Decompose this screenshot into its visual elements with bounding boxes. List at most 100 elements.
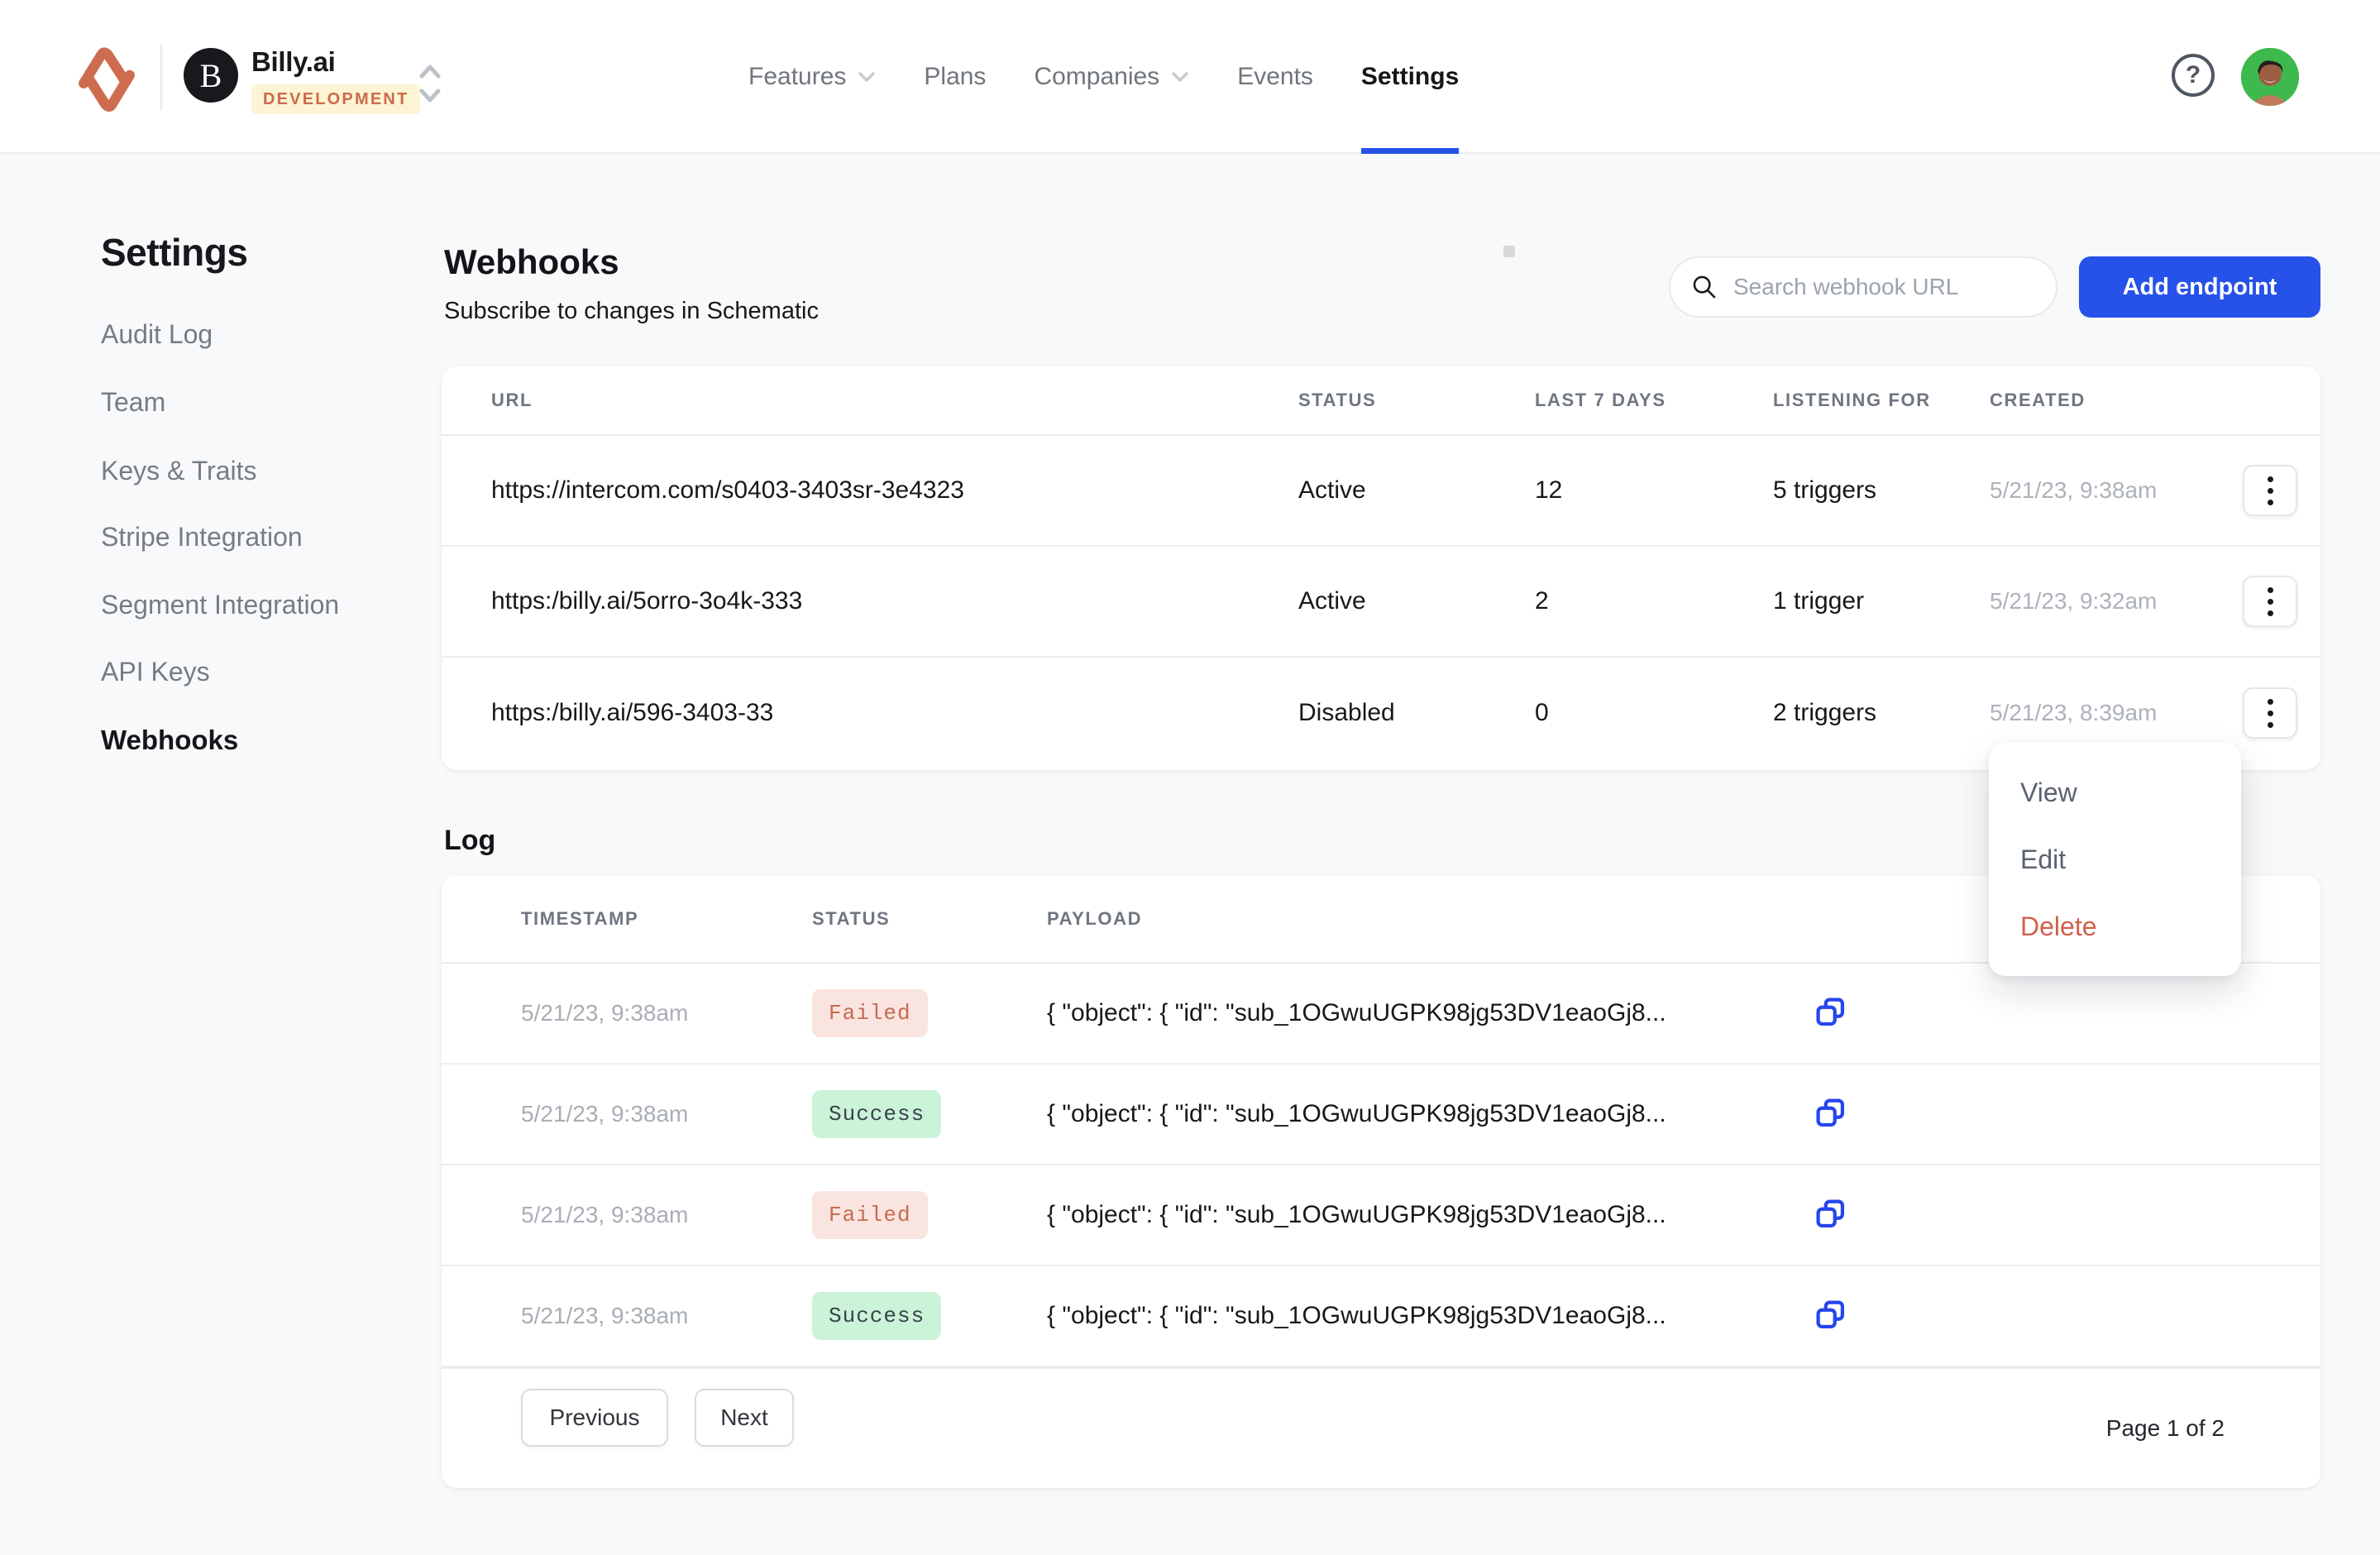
- log-pagination: Previous Next Page 1 of 2: [442, 1367, 2320, 1488]
- stray-pixel-artifact: [1503, 246, 1515, 257]
- sidebar-item-api-keys[interactable]: API Keys: [101, 657, 210, 687]
- webhooks-table-body: https://intercom.com/s0403-3403sr-3e4323…: [442, 436, 2320, 768]
- webhooks-table-card: URL STATUS LAST 7 DAYS LISTENING FOR CRE…: [442, 366, 2320, 770]
- nav-label: Events: [1237, 63, 1313, 91]
- log-payload: { "object": { "id": "sub_1OGwuUGPK98jg53…: [1047, 1100, 1666, 1128]
- help-icon[interactable]: ?: [2172, 54, 2215, 97]
- kebab-menu-icon: [2268, 610, 2273, 616]
- kebab-menu-icon: [2268, 500, 2273, 505]
- sidebar-item-stripe-integration[interactable]: Stripe Integration: [101, 522, 303, 553]
- chevron-up-down-icon[interactable]: [413, 61, 447, 108]
- sidebar-item-segment-integration[interactable]: Segment Integration: [101, 590, 339, 620]
- webhook-url: https://intercom.com/s0403-3403sr-3e4323: [491, 476, 964, 505]
- topbar-divider: [160, 45, 162, 111]
- webhook-status: Disabled: [1298, 699, 1395, 727]
- menu-item-delete[interactable]: Delete: [2020, 893, 2241, 960]
- schematic-logo-icon[interactable]: [73, 41, 141, 116]
- webhook-listening-for: 5 triggers: [1773, 476, 1876, 505]
- sidebar-item-webhooks[interactable]: Webhooks: [101, 725, 238, 756]
- nav-item-settings[interactable]: Settings: [1361, 0, 1459, 154]
- menu-item-edit[interactable]: Edit: [2020, 826, 2241, 893]
- webhook-created: 5/21/23, 8:39am: [1990, 700, 2157, 726]
- user-photo: [2241, 48, 2299, 106]
- add-endpoint-button[interactable]: Add endpoint: [2079, 256, 2320, 318]
- log-row: 5/21/23, 9:38am Failed { "object": { "id":…: [442, 1165, 2320, 1266]
- nav-label: Settings: [1361, 63, 1459, 91]
- copy-icon: [1813, 1196, 1849, 1232]
- log-payload: { "object": { "id": "sub_1OGwuUGPK98jg53…: [1047, 1201, 1666, 1229]
- webhook-listening-for: 2 triggers: [1773, 699, 1876, 727]
- column-header-status: STATUS: [1298, 390, 1376, 411]
- previous-page-button[interactable]: Previous: [521, 1389, 668, 1447]
- log-timestamp: 5/21/23, 9:38am: [521, 1202, 688, 1228]
- org-avatar: B: [184, 48, 238, 103]
- column-header-last-7-days: LAST 7 DAYS: [1535, 390, 1666, 411]
- webhook-created: 5/21/23, 9:32am: [1990, 588, 2157, 615]
- webhook-created: 5/21/23, 9:38am: [1990, 477, 2157, 504]
- webhook-url: https:/billy.ai/5orro-3o4k-333: [491, 587, 802, 615]
- copy-payload-button[interactable]: [1811, 1195, 1851, 1235]
- webhook-row: https:/billy.ai/5orro-3o4k-333 Active 2 1 t…: [442, 547, 2320, 658]
- page-title: Webhooks: [444, 242, 619, 282]
- row-actions-menu: View Edit Delete: [1989, 743, 2241, 976]
- log-timestamp: 5/21/23, 9:38am: [521, 1000, 688, 1026]
- log-status-badge: Failed: [812, 1191, 928, 1239]
- log-status-badge: Success: [812, 1090, 941, 1138]
- log-payload: { "object": { "id": "sub_1OGwuUGPK98jg53…: [1047, 999, 1666, 1027]
- nav-label: Companies: [1034, 63, 1159, 91]
- search-icon: [1690, 273, 1718, 301]
- column-header-timestamp: TIMESTAMP: [521, 908, 638, 930]
- nav-item-features[interactable]: Features: [748, 0, 876, 154]
- copy-payload-button[interactable]: [1811, 993, 1851, 1033]
- sidebar-item-audit-log[interactable]: Audit Log: [101, 319, 213, 350]
- webhook-last-7-days: 2: [1535, 587, 1549, 615]
- nav-item-events[interactable]: Events: [1237, 0, 1313, 154]
- column-header-log-status: STATUS: [812, 908, 890, 930]
- active-tab-underline: [1361, 148, 1459, 154]
- log-row: 5/21/23, 9:38am Success { "object": { "id"…: [442, 1065, 2320, 1165]
- log-status-badge: Success: [812, 1292, 941, 1340]
- org-name: Billy.ai: [251, 46, 336, 78]
- sidebar-title: Settings: [101, 230, 247, 275]
- row-menu-button[interactable]: [2243, 687, 2297, 739]
- log-timestamp: 5/21/23, 9:38am: [521, 1303, 688, 1329]
- nav-item-companies[interactable]: Companies: [1034, 0, 1189, 154]
- webhook-last-7-days: 12: [1535, 476, 1562, 505]
- chevron-down-icon: [1171, 71, 1189, 83]
- column-header-created: CREATED: [1990, 390, 2086, 411]
- webhook-row: https://intercom.com/s0403-3403sr-3e4323…: [442, 436, 2320, 547]
- webhook-listening-for: 1 trigger: [1773, 587, 1864, 615]
- log-status-badge: Failed: [812, 989, 928, 1037]
- row-menu-button[interactable]: [2243, 465, 2297, 516]
- question-mark: ?: [2186, 61, 2201, 89]
- user-avatar[interactable]: [2241, 48, 2299, 106]
- menu-item-view[interactable]: View: [2020, 759, 2241, 826]
- search-webhook-input[interactable]: [1733, 274, 2036, 300]
- environment-badge: DEVELOPMENT: [251, 84, 420, 114]
- row-menu-button[interactable]: [2243, 576, 2297, 627]
- sidebar-item-keys-traits[interactable]: Keys & Traits: [101, 456, 257, 486]
- kebab-menu-icon: [2268, 722, 2273, 728]
- nav-label: Features: [748, 63, 846, 91]
- log-heading: Log: [444, 825, 495, 857]
- webhook-status: Active: [1298, 476, 1366, 505]
- copy-icon: [1813, 994, 1849, 1031]
- page-subtitle: Subscribe to changes in Schematic: [444, 298, 819, 325]
- column-header-listening-for: LISTENING FOR: [1773, 390, 1931, 411]
- webhook-last-7-days: 0: [1535, 699, 1549, 727]
- nav-item-plans[interactable]: Plans: [924, 0, 986, 154]
- webhook-status: Active: [1298, 587, 1366, 615]
- column-header-url: URL: [491, 390, 533, 411]
- webhooks-table-header: URL STATUS LAST 7 DAYS LISTENING FOR CRE…: [442, 366, 2320, 436]
- log-row: 5/21/23, 9:38am Failed { "object": { "id":…: [442, 964, 2320, 1065]
- next-page-button[interactable]: Next: [695, 1389, 794, 1447]
- main-nav: Features Plans Companies Events Settings: [748, 0, 1459, 154]
- copy-payload-button[interactable]: [1811, 1094, 1851, 1134]
- org-switcher[interactable]: B Billy.ai DEVELOPMENT: [184, 46, 456, 122]
- log-row: 5/21/23, 9:38amSuccess{ "object": { "id"…: [442, 1266, 2320, 1367]
- sidebar-item-team[interactable]: Team: [101, 387, 165, 418]
- copy-payload-button[interactable]: [1811, 1296, 1851, 1336]
- copy-icon: [1813, 1095, 1849, 1132]
- log-timestamp: 5/21/23, 9:38am: [521, 1101, 688, 1127]
- search-box: [1669, 256, 2057, 318]
